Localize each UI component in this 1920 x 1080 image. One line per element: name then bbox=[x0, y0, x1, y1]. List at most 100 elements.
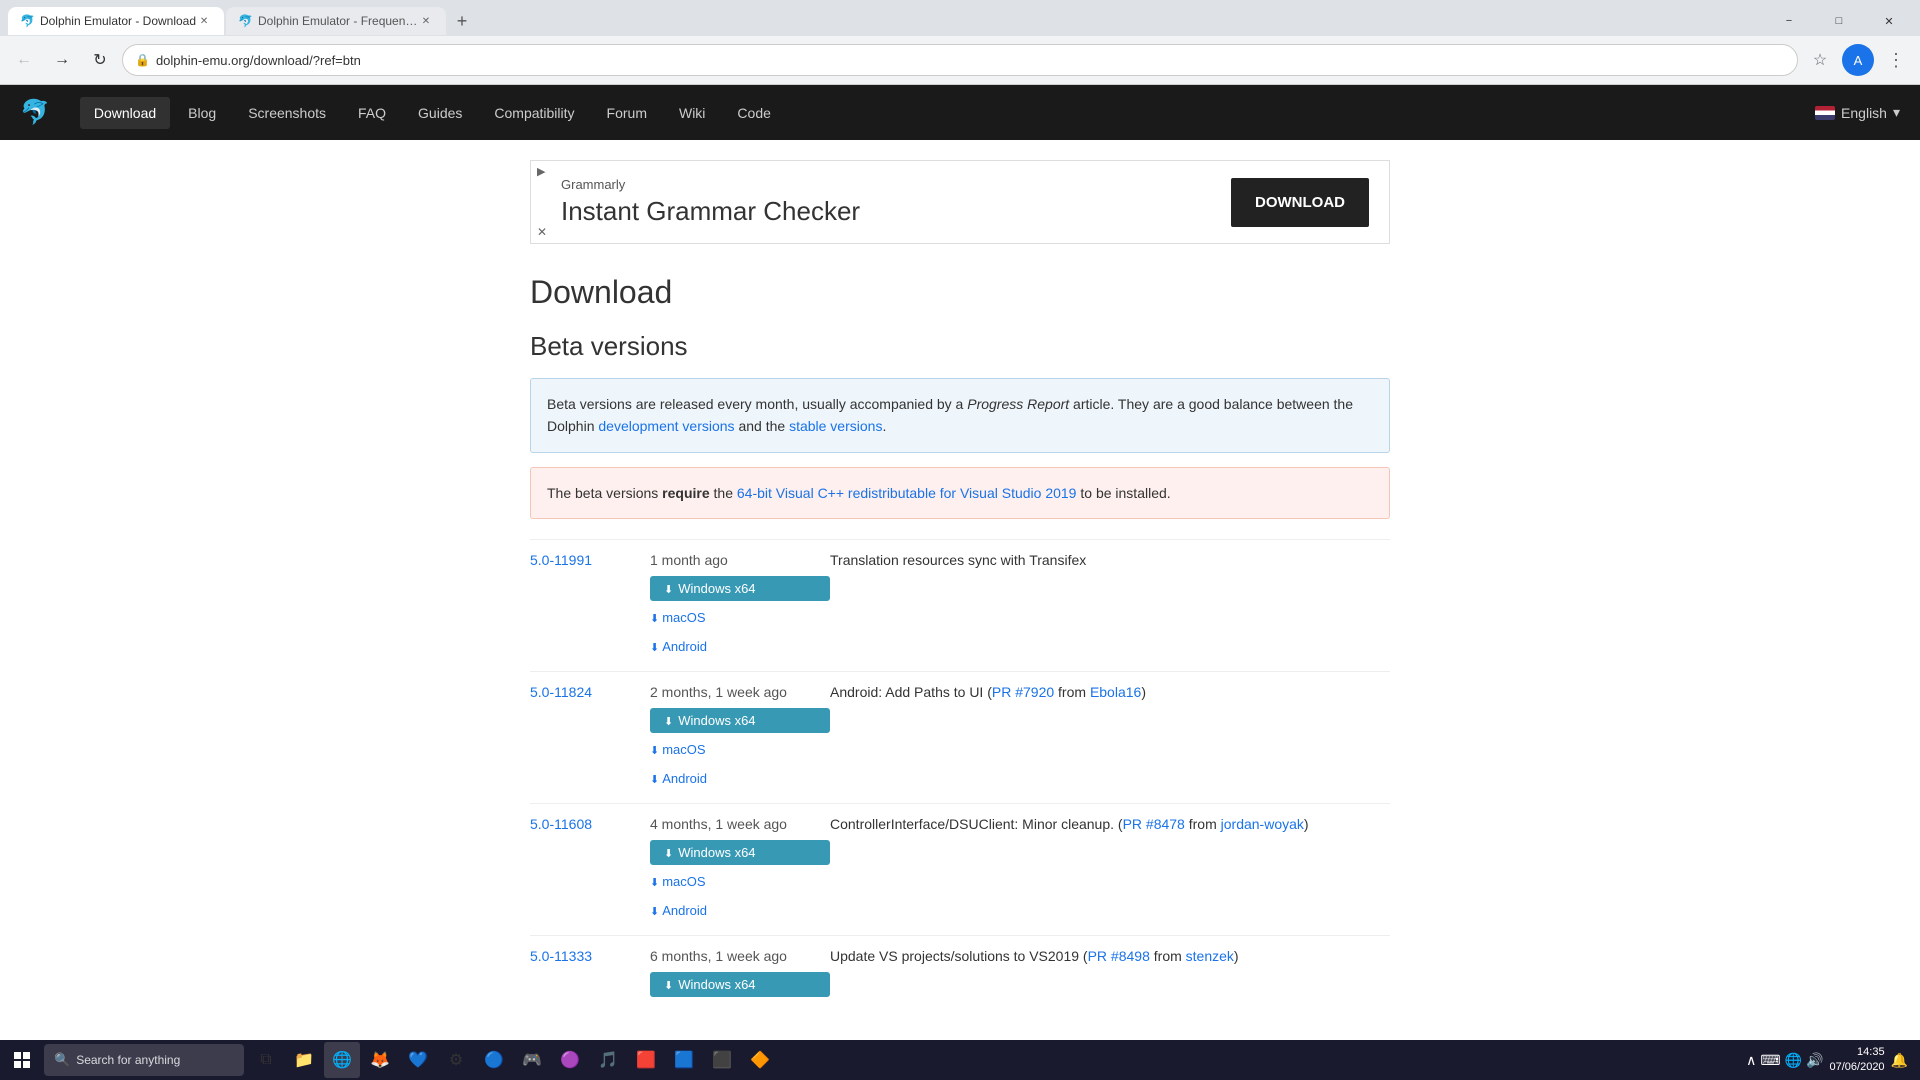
version-row: 5.0-11991 1 month ago Windows x64 macOS … bbox=[530, 540, 1390, 672]
macos-download-button[interactable]: macOS bbox=[650, 869, 830, 894]
android-download-button[interactable]: Android bbox=[650, 766, 830, 791]
clock-date: 07/06/2020 bbox=[1830, 1060, 1885, 1075]
download-icon bbox=[664, 581, 673, 596]
new-tab-button[interactable]: + bbox=[448, 7, 476, 35]
tab-active[interactable]: 🐬 Dolphin Emulator - Download ✕ bbox=[8, 7, 224, 35]
profile-button[interactable]: A bbox=[1842, 44, 1874, 76]
version-desc-col: Android: Add Paths to UI (PR #7920 from … bbox=[830, 684, 1390, 700]
nav-links: Download Blog Screenshots FAQ Guides Com… bbox=[80, 97, 785, 129]
windows-download-button[interactable]: Windows x64 bbox=[650, 708, 830, 733]
taskbar-chrome[interactable]: 🌐 bbox=[324, 1042, 360, 1078]
android-download-button[interactable]: Android bbox=[650, 898, 830, 923]
address-bar[interactable]: 🔒 dolphin-emu.org/download/?ref=btn bbox=[122, 44, 1798, 76]
taskbar-app4[interactable]: 🟣 bbox=[552, 1042, 588, 1078]
version-buttons: Windows x64 macOS Android bbox=[650, 708, 830, 791]
taskbar-app6[interactable]: 🟥 bbox=[628, 1042, 664, 1078]
tab-label-1: Dolphin Emulator - Download bbox=[40, 14, 196, 28]
tab-close-1[interactable]: ✕ bbox=[196, 13, 212, 29]
version-buttons: Windows x64 macOS Android bbox=[650, 840, 830, 923]
window-controls: − □ ✕ bbox=[1766, 7, 1912, 35]
version-id-link[interactable]: 5.0-11333 bbox=[530, 948, 592, 964]
site-logo[interactable]: 🐬 bbox=[20, 98, 50, 127]
download-icon bbox=[650, 610, 659, 625]
nav-screenshots[interactable]: Screenshots bbox=[234, 97, 340, 129]
taskbar-app3[interactable]: 🎮 bbox=[514, 1042, 550, 1078]
version-row: 5.0-11608 4 months, 1 week ago Windows x… bbox=[530, 804, 1390, 936]
windows-download-button[interactable]: Windows x64 bbox=[650, 840, 830, 865]
download-icon bbox=[650, 874, 659, 889]
stable-versions-link[interactable]: stable versions bbox=[789, 418, 882, 434]
macos-download-button[interactable]: macOS bbox=[650, 737, 830, 762]
version-buttons: Windows x64 macOS Android bbox=[650, 972, 830, 1009]
version-id-col: 5.0-11608 bbox=[530, 816, 650, 832]
macos-download-button[interactable]: macOS bbox=[650, 1001, 830, 1009]
tab-label-2: Dolphin Emulator - Frequently ... bbox=[258, 14, 418, 28]
taskbar-app9[interactable]: 🔶 bbox=[742, 1042, 778, 1078]
taskbar-vscode[interactable]: 💙 bbox=[400, 1042, 436, 1078]
nav-forum[interactable]: Forum bbox=[593, 97, 661, 129]
user-link[interactable]: Ebola16 bbox=[1090, 684, 1141, 700]
taskbar-time[interactable]: 14:35 07/06/2020 bbox=[1830, 1045, 1885, 1076]
macos-download-button[interactable]: macOS bbox=[650, 605, 830, 630]
android-download-button[interactable]: Android bbox=[650, 634, 830, 659]
tab-inactive[interactable]: 🐬 Dolphin Emulator - Frequently ... ✕ bbox=[226, 7, 446, 35]
version-id-link[interactable]: 5.0-11824 bbox=[530, 684, 592, 700]
user-link[interactable]: stenzek bbox=[1186, 948, 1234, 964]
nav-language[interactable]: English ▾ bbox=[1815, 104, 1900, 121]
flag-icon bbox=[1815, 106, 1835, 120]
dev-versions-link[interactable]: development versions bbox=[598, 418, 734, 434]
nav-code[interactable]: Code bbox=[723, 97, 784, 129]
taskbar-search-text: Search for anything bbox=[76, 1053, 180, 1067]
maximize-button[interactable]: □ bbox=[1816, 7, 1862, 35]
bookmark-star-button[interactable]: ☆ bbox=[1804, 44, 1836, 76]
windows-download-button[interactable]: Windows x64 bbox=[650, 972, 830, 997]
version-list: 5.0-11991 1 month ago Windows x64 macOS … bbox=[530, 539, 1390, 1009]
forward-button[interactable]: → bbox=[46, 44, 78, 76]
taskbar-app7[interactable]: 🟦 bbox=[666, 1042, 702, 1078]
tab-close-2[interactable]: ✕ bbox=[418, 13, 434, 29]
download-icon bbox=[664, 845, 673, 860]
nav-blog[interactable]: Blog bbox=[174, 97, 230, 129]
browser-menu-button[interactable]: ⋮ bbox=[1880, 44, 1912, 76]
taskbar-app8[interactable]: ⬛ bbox=[704, 1042, 740, 1078]
ad-download-button[interactable]: DOWNLOAD bbox=[1231, 178, 1369, 227]
version-id-link[interactable]: 5.0-11991 bbox=[530, 552, 592, 568]
nav-compatibility[interactable]: Compatibility bbox=[480, 97, 588, 129]
tray-volume[interactable]: 🔊 bbox=[1806, 1052, 1823, 1069]
tray-keyboard[interactable]: ⌨ bbox=[1760, 1052, 1780, 1069]
pr-link[interactable]: PR #7920 bbox=[992, 684, 1054, 700]
vc-redist-link[interactable]: 64-bit Visual C++ redistributable for Vi… bbox=[737, 485, 1077, 501]
site-wrapper: 🐬 Download Blog Screenshots FAQ Guides C… bbox=[0, 85, 1920, 1009]
version-time: 2 months, 1 week ago bbox=[650, 684, 830, 700]
taskbar-app1[interactable]: ⚙ bbox=[438, 1042, 474, 1078]
pr-link[interactable]: PR #8498 bbox=[1088, 948, 1150, 964]
version-desc-col: Update VS projects/solutions to VS2019 (… bbox=[830, 948, 1390, 964]
version-id-link[interactable]: 5.0-11608 bbox=[530, 816, 592, 832]
site-nav: 🐬 Download Blog Screenshots FAQ Guides C… bbox=[0, 85, 1920, 140]
close-button[interactable]: ✕ bbox=[1866, 7, 1912, 35]
tab-favicon-1: 🐬 bbox=[20, 14, 35, 28]
tray-network[interactable]: 🌐 bbox=[1785, 1052, 1802, 1069]
minimize-button[interactable]: − bbox=[1766, 7, 1812, 35]
user-link[interactable]: jordan-woyak bbox=[1221, 816, 1304, 832]
tray-up-arrow[interactable]: ∧ bbox=[1746, 1052, 1756, 1069]
start-button[interactable] bbox=[4, 1042, 40, 1078]
nav-wiki[interactable]: Wiki bbox=[665, 97, 719, 129]
taskbar-app2[interactable]: 🔵 bbox=[476, 1042, 512, 1078]
taskbar-firefox[interactable]: 🦊 bbox=[362, 1042, 398, 1078]
nav-guides[interactable]: Guides bbox=[404, 97, 476, 129]
taskbar-search-box[interactable]: 🔍 Search for anything bbox=[44, 1044, 244, 1076]
taskbar-app5[interactable]: 🎵 bbox=[590, 1042, 626, 1078]
nav-faq[interactable]: FAQ bbox=[344, 97, 400, 129]
windows-download-button[interactable]: Windows x64 bbox=[650, 576, 830, 601]
taskbar-file-explorer[interactable]: 📁 bbox=[286, 1042, 322, 1078]
taskbar-task-view[interactable]: ⧉ bbox=[248, 1042, 284, 1078]
ad-close-button[interactable]: ✕ bbox=[537, 225, 547, 239]
reload-button[interactable]: ↻ bbox=[84, 44, 116, 76]
tray-notification[interactable]: 🔔 bbox=[1891, 1052, 1908, 1069]
back-button[interactable]: ← bbox=[8, 44, 40, 76]
nav-download[interactable]: Download bbox=[80, 97, 170, 129]
ad-banner: ▶ ✕ Grammarly Instant Grammar Checker DO… bbox=[530, 160, 1390, 244]
pr-link[interactable]: PR #8478 bbox=[1123, 816, 1185, 832]
lock-icon: 🔒 bbox=[135, 53, 150, 67]
